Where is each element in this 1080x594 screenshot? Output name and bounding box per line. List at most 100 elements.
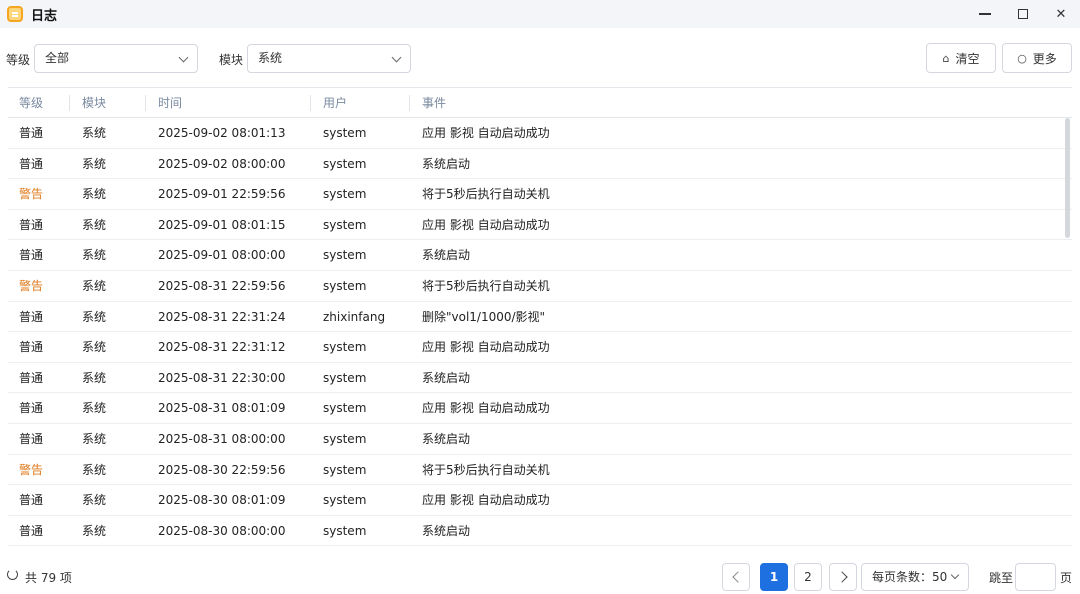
time-cell: 2025-08-31 22:59:56 bbox=[158, 278, 286, 293]
time-cell: 2025-08-31 08:01:09 bbox=[158, 401, 286, 416]
page-size-value: 每页条数：50 bbox=[872, 570, 948, 584]
level-cell: 普通 bbox=[19, 431, 44, 446]
total-count: 共 79 项 bbox=[25, 571, 72, 585]
user-cell: system bbox=[323, 156, 367, 171]
chevron-down-icon bbox=[178, 52, 189, 63]
column-header-module[interactable]: 模块 bbox=[68, 88, 106, 118]
page-1-button[interactable]: 1 bbox=[760, 563, 788, 591]
time-cell: 2025-08-31 22:31:12 bbox=[158, 340, 286, 355]
column-header-level[interactable]: 等级 bbox=[19, 88, 43, 118]
time-cell: 2025-09-02 08:01:13 bbox=[158, 126, 286, 140]
close-button[interactable]: ✕ bbox=[1042, 0, 1080, 28]
clear-button[interactable]: ⌂ 清空 bbox=[926, 43, 996, 73]
module-cell: 系统 bbox=[82, 523, 107, 538]
goto-label: 跳至 bbox=[989, 571, 1014, 585]
user-cell: system bbox=[323, 278, 367, 293]
level-cell: 警告 bbox=[19, 187, 44, 202]
table-row[interactable]: 普通 系统 2025-08-31 08:01:09 system 应用 影视 自动启动成… bbox=[8, 393, 1072, 424]
time-cell: 2025-08-31 08:00:00 bbox=[158, 431, 286, 446]
table-row[interactable]: 普通 系统 2025-08-30 08:01:09 system 应用 影视 自动启动成… bbox=[8, 485, 1072, 516]
clear-button-label: 清空 bbox=[955, 51, 980, 66]
table-row[interactable]: 普通 系统 2025-08-31 22:30:00 system 系统启动 bbox=[8, 363, 1072, 394]
module-select[interactable]: 系统 bbox=[247, 44, 411, 73]
column-header-time[interactable]: 时间 bbox=[144, 88, 182, 118]
time-cell: 2025-09-02 08:00:00 bbox=[158, 156, 286, 171]
level-cell: 警告 bbox=[19, 462, 44, 477]
next-page-button[interactable] bbox=[829, 563, 857, 591]
module-cell: 系统 bbox=[82, 462, 107, 477]
time-cell: 2025-08-31 22:30:00 bbox=[158, 370, 286, 385]
table-row[interactable]: 警告 系统 2025-08-30 22:59:56 system 将于5秒后执行自动关机 bbox=[8, 455, 1072, 486]
event-cell: 应用 影视 自动启动成功 bbox=[422, 493, 550, 508]
user-cell: system bbox=[323, 187, 367, 202]
user-cell: system bbox=[323, 431, 367, 446]
maximize-icon bbox=[1018, 9, 1028, 19]
maximize-button[interactable] bbox=[1004, 0, 1042, 28]
level-select[interactable]: 全部 bbox=[34, 44, 198, 73]
table-row[interactable]: 警告 系统 2025-08-31 22:59:56 system 将于5秒后执行自动关机 bbox=[8, 271, 1072, 302]
table-body: 普通 系统 2025-09-02 08:01:13 system 应用 影视 自动启动成… bbox=[8, 118, 1072, 547]
table-row[interactable]: 普通 系统 2025-09-02 08:00:00 system 系统启动 bbox=[8, 149, 1072, 180]
module-cell: 系统 bbox=[82, 431, 107, 446]
time-cell: 2025-09-01 08:01:15 bbox=[158, 217, 286, 232]
level-cell: 普通 bbox=[19, 156, 44, 171]
table-row[interactable]: 警告 系统 2025-09-01 22:59:56 system 将于5秒后执行自动关机 bbox=[8, 179, 1072, 210]
user-cell: system bbox=[323, 370, 367, 385]
level-cell: 警告 bbox=[19, 278, 44, 293]
table-row[interactable]: 普通 系统 2025-08-31 22:31:24 zhixinfang 删除"vol1… bbox=[8, 302, 1072, 333]
event-cell: 系统启动 bbox=[422, 248, 471, 263]
user-cell: system bbox=[323, 401, 367, 416]
event-cell: 将于5秒后执行自动关机 bbox=[422, 187, 550, 202]
event-cell: 系统启动 bbox=[422, 523, 471, 538]
event-cell: 系统启动 bbox=[422, 370, 471, 385]
level-cell: 普通 bbox=[19, 370, 44, 385]
minimize-button[interactable] bbox=[966, 0, 1004, 28]
more-button[interactable]: ○ 更多 bbox=[1002, 43, 1072, 73]
table-row[interactable]: 普通 系统 2025-08-31 08:00:00 system 系统启动 bbox=[8, 424, 1072, 455]
module-filter-label: 模块 bbox=[219, 53, 244, 67]
module-cell: 系统 bbox=[82, 370, 107, 385]
column-header-user[interactable]: 用户 bbox=[309, 88, 347, 118]
module-cell: 系统 bbox=[82, 187, 107, 202]
goto-suffix: 页 bbox=[1060, 571, 1073, 585]
level-cell: 普通 bbox=[19, 309, 44, 324]
table-row[interactable]: 普通 系统 2025-09-01 08:01:15 system 应用 影视 自动启动成… bbox=[8, 210, 1072, 241]
time-cell: 2025-09-01 22:59:56 bbox=[158, 187, 286, 202]
event-cell: 应用 影视 自动启动成功 bbox=[422, 217, 550, 232]
column-header-event[interactable]: 事件 bbox=[408, 88, 446, 118]
page-size-select[interactable]: 每页条数：50 bbox=[861, 563, 969, 591]
pagination-bar: 共 79 项 1 2 每页条数：50 跳至 页 bbox=[0, 558, 1080, 594]
module-cell: 系统 bbox=[82, 248, 107, 263]
table-row[interactable]: 普通 系统 2025-09-01 08:00:00 system 系统启动 bbox=[8, 240, 1072, 271]
scrollbar-thumb[interactable] bbox=[1065, 118, 1070, 238]
module-select-value: 系统 bbox=[258, 51, 283, 65]
level-cell: 普通 bbox=[19, 217, 44, 232]
table-row[interactable]: 普通 系统 2025-09-02 08:01:13 system 应用 影视 自动启动成… bbox=[8, 118, 1072, 149]
title-bar: 日志 ✕ bbox=[0, 0, 1080, 28]
page-2-button[interactable]: 2 bbox=[794, 563, 822, 591]
module-cell: 系统 bbox=[82, 493, 107, 508]
refresh-icon[interactable] bbox=[7, 569, 18, 580]
table-row[interactable]: 普通 系统 2025-08-30 08:00:00 system 系统启动 bbox=[8, 516, 1072, 547]
log-table: 等级 模块 时间 用户 事件 普通 系统 2025-09-02 08:01:13 sy… bbox=[8, 87, 1072, 547]
level-cell: 普通 bbox=[19, 126, 44, 140]
user-cell: system bbox=[323, 523, 367, 538]
event-cell: 删除"vol1/1000/影视" bbox=[422, 309, 546, 324]
time-cell: 2025-09-01 08:00:00 bbox=[158, 248, 286, 263]
user-cell: system bbox=[323, 462, 367, 477]
chevron-left-icon bbox=[731, 571, 744, 583]
level-cell: 普通 bbox=[19, 493, 44, 508]
event-cell: 应用 影视 自动启动成功 bbox=[422, 126, 550, 140]
circle-icon: ○ bbox=[1017, 51, 1027, 65]
level-cell: 普通 bbox=[19, 340, 44, 355]
module-cell: 系统 bbox=[82, 126, 107, 140]
event-cell: 应用 影视 自动启动成功 bbox=[422, 401, 550, 416]
level-filter-label: 等级 bbox=[6, 53, 31, 67]
event-cell: 系统启动 bbox=[422, 156, 471, 171]
notebook-icon bbox=[7, 6, 23, 22]
chevron-right-icon bbox=[835, 571, 848, 583]
prev-page-button[interactable] bbox=[722, 563, 750, 591]
goto-page-input[interactable] bbox=[1015, 563, 1056, 591]
table-row[interactable]: 普通 系统 2025-08-31 22:31:12 system 应用 影视 自动启动成… bbox=[8, 332, 1072, 363]
user-cell: system bbox=[323, 217, 367, 232]
